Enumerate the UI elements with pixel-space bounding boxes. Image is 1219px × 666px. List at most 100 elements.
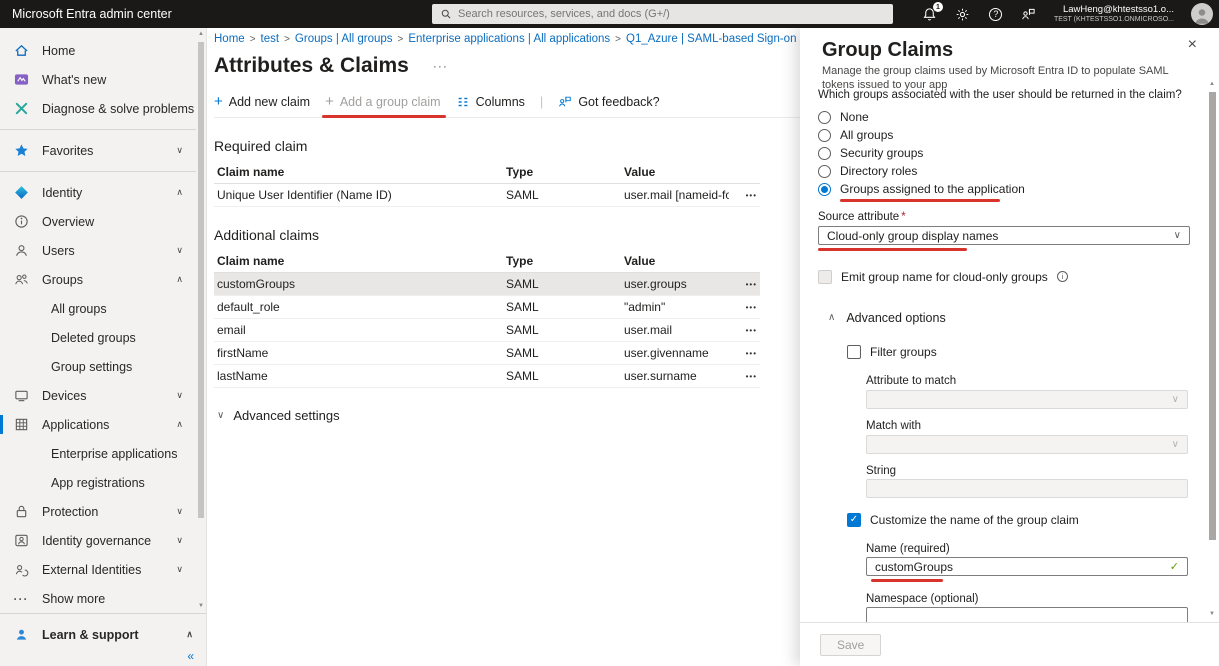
add-group-claim-button[interactable]: + Add a group claim (325, 95, 441, 109)
table-row[interactable]: customGroups SAML user.groups ••• (214, 273, 760, 296)
scroll-up-icon[interactable]: ▲ (197, 30, 205, 38)
table-row[interactable]: lastName SAML user.surname ••• (214, 365, 760, 388)
row-menu-button[interactable]: ••• (729, 191, 757, 200)
row-menu-button[interactable]: ••• (729, 280, 757, 289)
sidebar-item-protection[interactable]: Protection ∨ (0, 497, 196, 526)
settings-button[interactable] (955, 6, 971, 22)
chevron-up-icon[interactable]: ∧ (176, 187, 188, 198)
radio-option-all-groups[interactable]: All groups (818, 126, 1203, 144)
scrollbar-thumb[interactable] (198, 42, 204, 518)
app-title[interactable]: Microsoft Entra admin center (0, 7, 172, 21)
breadcrumb-item[interactable]: Home (214, 33, 245, 45)
chevron-down-icon[interactable]: ∨ (176, 564, 188, 575)
account-menu[interactable]: LawHeng@khtestsso1.o... TEST (KHTESTSSO1… (1054, 4, 1174, 24)
chevron-down-icon[interactable]: ∨ (176, 390, 188, 401)
got-feedback-button[interactable]: Got feedback? (558, 95, 659, 109)
column-header[interactable]: Type (506, 165, 624, 179)
row-menu-button[interactable]: ••• (729, 303, 757, 312)
row-menu-button[interactable]: ••• (729, 372, 757, 381)
checkbox-checked-icon[interactable]: ✓ (847, 513, 861, 527)
scroll-down-icon[interactable]: ▼ (197, 602, 205, 610)
sidebar-item-diagnose[interactable]: Diagnose & solve problems (0, 94, 196, 123)
name-input[interactable] (875, 560, 1155, 574)
attribute-to-match-dropdown[interactable]: ∨ (866, 390, 1188, 409)
sidebar-item-external-identities[interactable]: External Identities ∨ (0, 555, 196, 584)
radio-option-security-groups[interactable]: Security groups (818, 144, 1203, 162)
column-header[interactable]: Type (506, 254, 624, 268)
scroll-down-icon[interactable]: ▼ (1207, 610, 1217, 618)
chevron-down-icon[interactable]: ∨ (176, 535, 188, 546)
columns-button[interactable]: Columns (456, 95, 525, 109)
row-menu-button[interactable]: ••• (729, 349, 757, 358)
radio-option-groups-assigned[interactable]: Groups assigned to the application (818, 180, 1203, 198)
string-input[interactable] (866, 479, 1188, 498)
sidebar-item-devices[interactable]: Devices ∨ (0, 381, 196, 410)
chevron-up-icon[interactable]: ∧ (176, 419, 188, 430)
sidebar-item-identity[interactable]: Identity ∧ (0, 178, 196, 207)
checkbox-icon[interactable] (847, 345, 861, 359)
table-row[interactable]: Unique User Identifier (Name ID) SAML us… (214, 184, 760, 207)
scroll-up-icon[interactable]: ▲ (1207, 80, 1217, 88)
avatar[interactable] (1191, 3, 1213, 25)
sidebar-scrollbar[interactable]: ▲ ▼ (197, 30, 205, 610)
table-row[interactable]: email SAML user.mail ••• (214, 319, 760, 342)
emit-group-name-checkbox-row[interactable]: Emit group name for cloud-only groups i (818, 269, 1203, 284)
collapse-nav-button[interactable]: « (187, 649, 194, 663)
radio-icon[interactable] (818, 165, 831, 178)
chevron-down-icon[interactable]: ∨ (176, 245, 188, 256)
namespace-input[interactable] (875, 610, 1155, 623)
sidebar-item-show-more[interactable]: ··· Show more (0, 584, 196, 613)
chevron-up-icon[interactable]: ∧ (176, 274, 188, 285)
customize-name-checkbox-row[interactable]: ✓ Customize the name of the group claim (847, 512, 1203, 527)
sidebar-item-enterprise-applications[interactable]: Enterprise applications (0, 439, 196, 468)
breadcrumb-item[interactable]: Q1_Azure | SAML-based Sign-on (626, 33, 796, 45)
panel-scrollbar[interactable]: ▲ ▼ (1207, 80, 1217, 618)
global-search[interactable] (432, 4, 893, 24)
info-icon[interactable]: i (1057, 271, 1068, 282)
sidebar-item-deleted-groups[interactable]: Deleted groups (0, 323, 196, 352)
sidebar-item-group-settings[interactable]: Group settings (0, 352, 196, 381)
radio-selected-icon[interactable] (818, 183, 831, 196)
advanced-options-toggle[interactable]: ∧ Advanced options (818, 310, 1203, 325)
sidebar-item-favorites[interactable]: Favorites ∨ (0, 136, 196, 165)
chevron-up-icon[interactable]: ∧ (186, 629, 198, 640)
scrollbar-thumb[interactable] (1209, 92, 1216, 540)
table-row[interactable]: firstName SAML user.givenname ••• (214, 342, 760, 365)
sidebar-item-users[interactable]: Users ∨ (0, 236, 196, 265)
sidebar-item-learn-support[interactable]: Learn & support ∧ (0, 620, 206, 649)
sidebar-item-home[interactable]: Home (0, 36, 196, 65)
column-header[interactable]: Claim name (214, 254, 506, 268)
sidebar-item-whats-new[interactable]: What's new (0, 65, 196, 94)
breadcrumb-item[interactable]: Enterprise applications | All applicatio… (408, 33, 610, 45)
close-icon[interactable]: × (1188, 36, 1197, 54)
breadcrumb-item[interactable]: Groups | All groups (295, 33, 393, 45)
column-header[interactable]: Value (624, 165, 729, 179)
sidebar-item-overview[interactable]: Overview (0, 207, 196, 236)
sidebar-item-identity-governance[interactable]: Identity governance ∨ (0, 526, 196, 555)
column-header[interactable]: Value (624, 254, 729, 268)
column-header[interactable]: Claim name (214, 165, 506, 179)
radio-icon[interactable] (818, 147, 831, 160)
add-new-claim-button[interactable]: + Add new claim (214, 95, 310, 109)
row-menu-button[interactable]: ••• (729, 326, 757, 335)
sidebar-item-app-registrations[interactable]: App registrations (0, 468, 196, 497)
chevron-down-icon[interactable]: ∨ (176, 506, 188, 517)
table-row[interactable]: default_role SAML "admin" ••• (214, 296, 760, 319)
page-menu-button[interactable]: ··· (433, 59, 448, 73)
notifications-button[interactable]: 1 (922, 6, 938, 22)
filter-groups-checkbox-row[interactable]: Filter groups (847, 344, 1203, 359)
checkbox-icon[interactable] (818, 270, 832, 284)
radio-icon[interactable] (818, 111, 831, 124)
sidebar-item-applications[interactable]: Applications ∧ (0, 410, 196, 439)
source-attribute-dropdown[interactable]: Cloud-only group display names ∨ (818, 226, 1190, 245)
radio-option-directory-roles[interactable]: Directory roles (818, 162, 1203, 180)
feedback-button[interactable] (1021, 6, 1037, 22)
chevron-down-icon[interactable]: ∨ (176, 145, 188, 156)
sidebar-item-all-groups[interactable]: All groups (0, 294, 196, 323)
radio-option-none[interactable]: None (818, 108, 1203, 126)
save-button[interactable]: Save (820, 634, 881, 656)
sidebar-item-groups[interactable]: Groups ∧ (0, 265, 196, 294)
help-button[interactable]: ? (988, 6, 1004, 22)
radio-icon[interactable] (818, 129, 831, 142)
match-with-dropdown[interactable]: ∨ (866, 435, 1188, 454)
